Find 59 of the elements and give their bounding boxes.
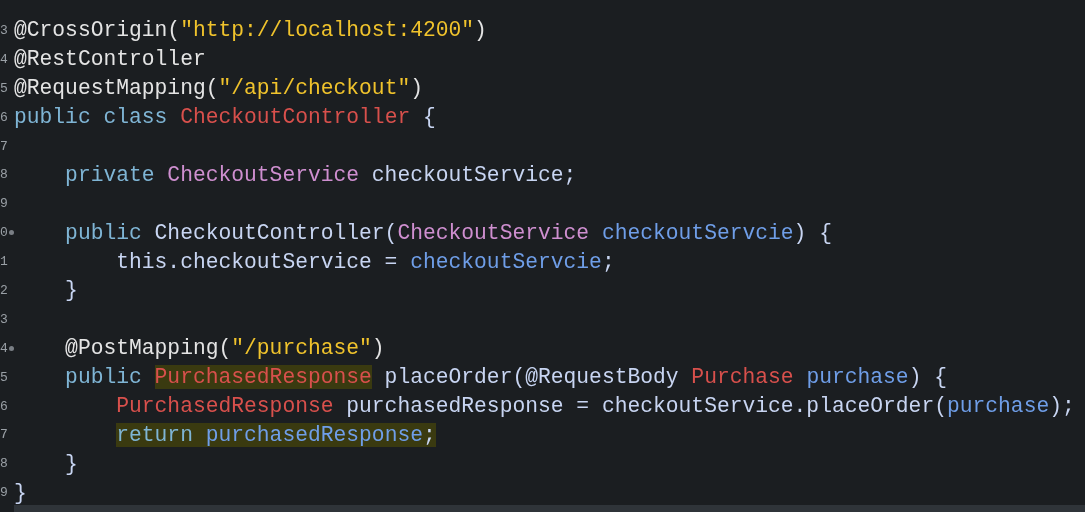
highlighted-variable-name: purchasedResponse — [205, 422, 423, 447]
code-text: { — [421, 105, 436, 130]
highlighted-keyword-text: return — [116, 422, 206, 447]
annotation-text: ) — [410, 76, 423, 101]
keyword-text: public class — [14, 105, 168, 130]
line-number: 6 — [0, 398, 8, 414]
line-number: 4 — [0, 51, 8, 67]
line-number: 5 — [0, 80, 8, 96]
string-literal: "/purchase" — [231, 336, 372, 361]
line-number: 4 — [0, 340, 8, 356]
line-number: 3 — [0, 311, 8, 327]
fold-icon[interactable] — [8, 230, 14, 236]
keyword-text: public — [65, 220, 142, 245]
line-number: 9 — [0, 196, 8, 212]
code-text: } — [65, 451, 78, 476]
variable-name: checkoutServcie — [410, 249, 602, 274]
line-number: 7 — [0, 427, 8, 443]
code-text: } — [65, 278, 78, 303]
code-text: CheckoutController( — [153, 220, 398, 245]
code-text: ) { — [793, 220, 832, 245]
type-name: CheckoutService — [166, 162, 360, 187]
code-text: placeOrder(@RequestBody — [383, 365, 680, 390]
keyword-text: public — [65, 365, 143, 390]
line-number: 0 — [0, 225, 8, 241]
type-name: Purchase — [691, 365, 794, 390]
string-literal: "http://localhost:4200" — [180, 18, 475, 43]
annotation-text: @CrossOrigin( — [14, 18, 181, 43]
code-text: checkoutService; — [370, 162, 577, 187]
code-text: this.checkoutService = — [116, 249, 399, 274]
line-number: 5 — [0, 369, 8, 385]
horizontal-scrollbar[interactable] — [14, 505, 1085, 512]
code-text: ; — [601, 249, 615, 274]
line-number: 8 — [0, 456, 8, 472]
annotation-text: @RestController — [14, 47, 206, 72]
line-number: 7 — [0, 138, 8, 154]
annotation-text: @RequestMapping( — [14, 76, 219, 101]
line-number: 3 — [0, 22, 8, 38]
variable-name: purchase — [805, 365, 909, 390]
type-name: CheckoutService — [397, 220, 590, 245]
annotation-text: ) — [474, 18, 487, 43]
type-name: PurchasedResponse — [116, 394, 334, 418]
variable-name: purchase — [946, 394, 1050, 418]
keyword-text: private — [65, 162, 155, 187]
fold-icon[interactable] — [8, 345, 14, 351]
line-number: 1 — [0, 254, 8, 270]
code-text: purchasedResponse = checkoutService.placeOrder( — [345, 394, 947, 418]
annotation-text: ) — [371, 336, 385, 361]
line-number: 6 — [0, 109, 8, 125]
code-text: ) { — [908, 365, 947, 390]
highlighted-type-name: PurchasedResponse — [154, 365, 372, 390]
line-number: 2 — [0, 282, 8, 298]
variable-name: checkoutServcie — [600, 220, 794, 245]
annotation-text: @PostMapping( — [65, 336, 232, 361]
type-name: CheckoutController — [179, 105, 411, 130]
string-literal: "/api/checkout" — [218, 76, 411, 101]
line-number: 8 — [0, 167, 8, 183]
line-number: 9 — [0, 485, 8, 501]
code-text: } — [14, 480, 27, 505]
code-text: ); — [1049, 394, 1075, 418]
